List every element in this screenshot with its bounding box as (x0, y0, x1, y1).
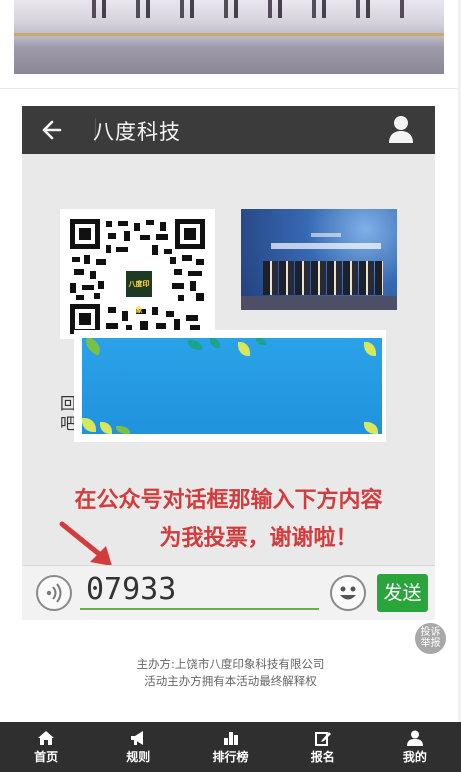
edit-icon (314, 731, 331, 746)
leaf-icon (238, 342, 250, 356)
footer: 主办方:上饶市八度印象科技有限公司 活动主办方拥有本活动最终解释权 (0, 656, 461, 690)
bar-chart-icon (223, 731, 238, 745)
megaphone-icon (131, 730, 144, 745)
bottom-nav: 首页 规则 排行榜 报名 我的 (0, 722, 461, 772)
nav-label-rules: 规则 (126, 749, 151, 764)
home-icon (38, 730, 55, 745)
leaf-icon (210, 338, 220, 348)
send-button: 发送 (377, 574, 428, 612)
leaf-icon (116, 426, 130, 434)
stage-photo (14, 0, 444, 74)
qr-code: 八度印象 (60, 209, 215, 339)
wechat-account-title: 八度科技 (93, 120, 181, 144)
leaf-icon (100, 422, 112, 434)
nav-item-rules[interactable]: 规则 (92, 722, 184, 772)
ad-banner-image (82, 338, 382, 434)
qr-center-logo: 八度印象 (124, 269, 154, 314)
chat-input-bar: 07933 发送 (22, 565, 435, 620)
arrow-down-icon (59, 521, 112, 566)
vote-page: 八度科技 八度印象 回 吧 在公众号对话框那输入下方内容 为我投票，谢谢啦！ 0… (0, 0, 461, 772)
leaf-icon (364, 342, 376, 356)
emoji-icon (330, 575, 366, 611)
divider (0, 88, 461, 89)
rights-text: 活动主办方拥有本活动最终解释权 (144, 674, 317, 688)
leaf-icon (188, 340, 202, 350)
leaf-icon (364, 422, 378, 434)
nav-item-mine[interactable]: 我的 (369, 722, 461, 772)
organizer-text: 主办方:上饶市八度印象科技有限公司 (136, 657, 325, 671)
nav-item-signup[interactable]: 报名 (277, 722, 369, 772)
leaf-icon (256, 338, 266, 345)
user-icon (389, 116, 413, 143)
leaf-icon (82, 338, 104, 356)
nav-item-home[interactable]: 首页 (0, 722, 92, 772)
report-button[interactable]: 投诉 举报 (415, 623, 446, 654)
user-icon (406, 730, 423, 746)
leaf-icon (82, 418, 96, 432)
ad-banner[interactable] (74, 330, 386, 442)
vote-poster-image: 八度科技 八度印象 回 吧 在公众号对话框那输入下方内容 为我投票，谢谢啦！ 0… (22, 106, 435, 620)
nav-label-signup: 报名 (310, 749, 335, 764)
wechat-header: 八度科技 (22, 106, 435, 154)
award-ceremony-photo (241, 209, 397, 310)
instruction-line-1: 在公众号对话框那输入下方内容 (74, 488, 383, 513)
nav-item-ranking[interactable]: 排行榜 (184, 722, 276, 772)
nav-label-ranking: 排行榜 (212, 749, 249, 764)
nav-label-mine: 我的 (402, 749, 427, 764)
vote-code-input: 07933 (80, 570, 319, 610)
back-arrow-icon (42, 120, 62, 140)
nav-label-home: 首页 (34, 749, 59, 764)
voice-icon (36, 575, 72, 611)
